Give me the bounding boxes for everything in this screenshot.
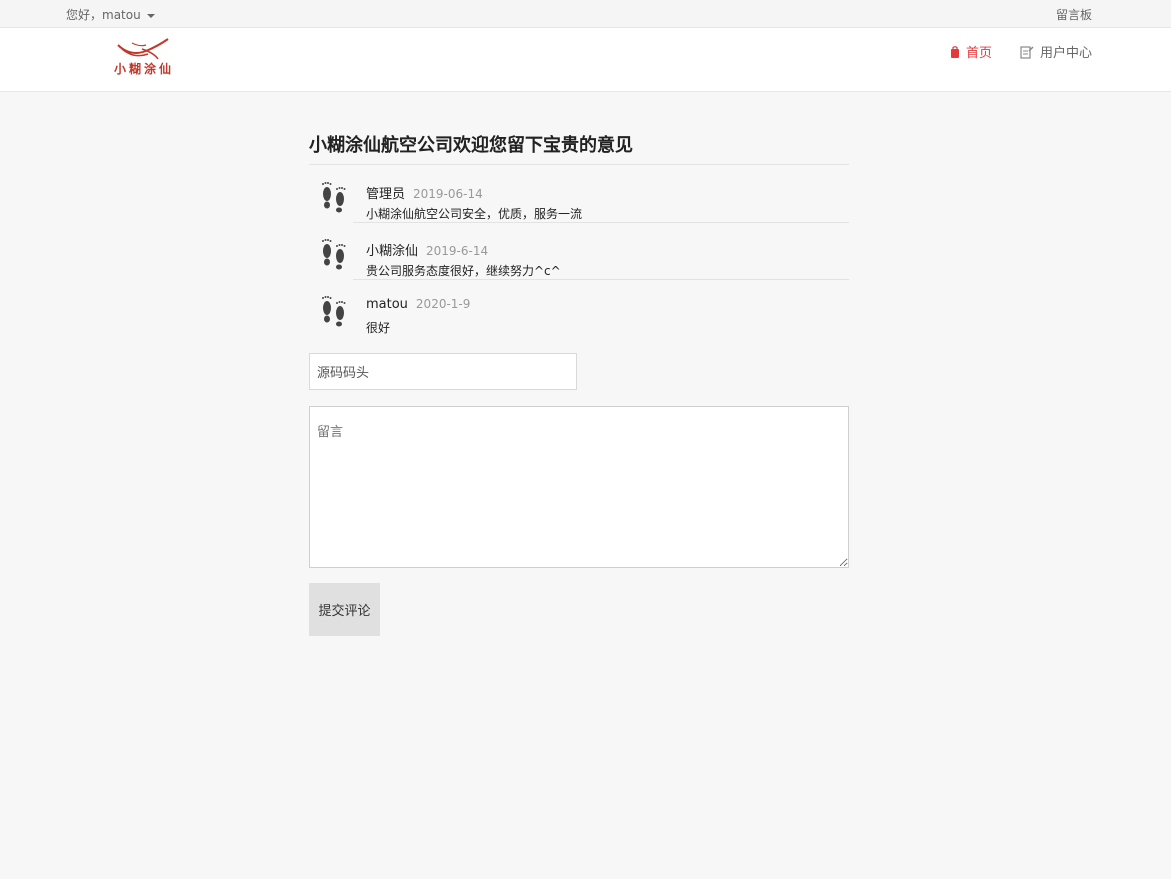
submit-comment-button[interactable]: 提交评论 xyxy=(309,583,380,636)
nav-home-label: 首页 xyxy=(965,46,992,61)
comment-meta: 小糊涂仙 2019-6-14 xyxy=(366,240,488,259)
footprints-avatar-icon xyxy=(322,182,346,213)
greeting-text: 您好，matou xyxy=(66,8,141,22)
page-title: 小糊涂仙航空公司欢迎您留下宝贵的意见 xyxy=(309,131,849,165)
comment-body: 管理员 2019-06-14 小糊涂仙航空公司安全，优质，服务一流 xyxy=(366,165,849,222)
logo-text: 小糊涂仙 xyxy=(113,62,174,76)
comment-text: 小糊涂仙航空公司安全，优质，服务一流 xyxy=(366,207,583,221)
footprints-avatar-icon xyxy=(322,296,346,327)
logo[interactable]: 小糊涂仙 xyxy=(102,37,186,77)
comment-item: matou 2020-1-9 很好 xyxy=(309,279,849,336)
bag-icon xyxy=(950,45,959,58)
footprints-avatar-icon xyxy=(322,239,346,270)
main-content: 小糊涂仙航空公司欢迎您留下宝贵的意见 管理员 2019-06-14 小糊涂仙航空公… xyxy=(309,131,849,636)
message-textarea[interactable] xyxy=(309,406,849,568)
comment-text: 贵公司服务态度很好，继续努力^c^ xyxy=(366,264,561,278)
site-header: 小糊涂仙 首页 用户中心 xyxy=(0,28,1171,92)
top-bar: 您好，matou 留言板 xyxy=(0,0,1171,28)
comment-date: 2020-1-9 xyxy=(415,297,471,311)
nav-home[interactable]: 首页 xyxy=(950,42,992,61)
comment-item: 小糊涂仙 2019-6-14 贵公司服务态度很好，继续努力^c^ xyxy=(309,222,849,279)
comment-body: matou 2020-1-9 很好 xyxy=(366,279,849,336)
nav-user-center[interactable]: 用户中心 xyxy=(1020,42,1092,61)
comment-author: 管理员 xyxy=(366,187,406,202)
comment-author: 小糊涂仙 xyxy=(366,244,419,259)
comment-item: 管理员 2019-06-14 小糊涂仙航空公司安全，优质，服务一流 xyxy=(309,165,849,222)
comment-date: 2019-06-14 xyxy=(413,187,483,201)
main-nav: 首页 用户中心 xyxy=(950,42,1092,61)
edit-doc-icon xyxy=(1020,45,1034,59)
comment-meta: matou 2020-1-9 xyxy=(366,297,470,312)
comment-text: 很好 xyxy=(366,321,391,335)
caret-down-icon xyxy=(146,13,155,18)
message-board-link[interactable]: 留言板 xyxy=(1056,6,1092,23)
user-menu[interactable]: 您好，matou xyxy=(66,6,155,23)
nav-user-label: 用户中心 xyxy=(1039,46,1092,61)
comment-date: 2019-6-14 xyxy=(426,244,489,258)
comment-body: 小糊涂仙 2019-6-14 贵公司服务态度很好，继续努力^c^ xyxy=(366,222,849,279)
name-input[interactable] xyxy=(309,353,577,390)
comment-author: matou xyxy=(366,297,408,312)
comment-meta: 管理员 2019-06-14 xyxy=(366,183,483,202)
